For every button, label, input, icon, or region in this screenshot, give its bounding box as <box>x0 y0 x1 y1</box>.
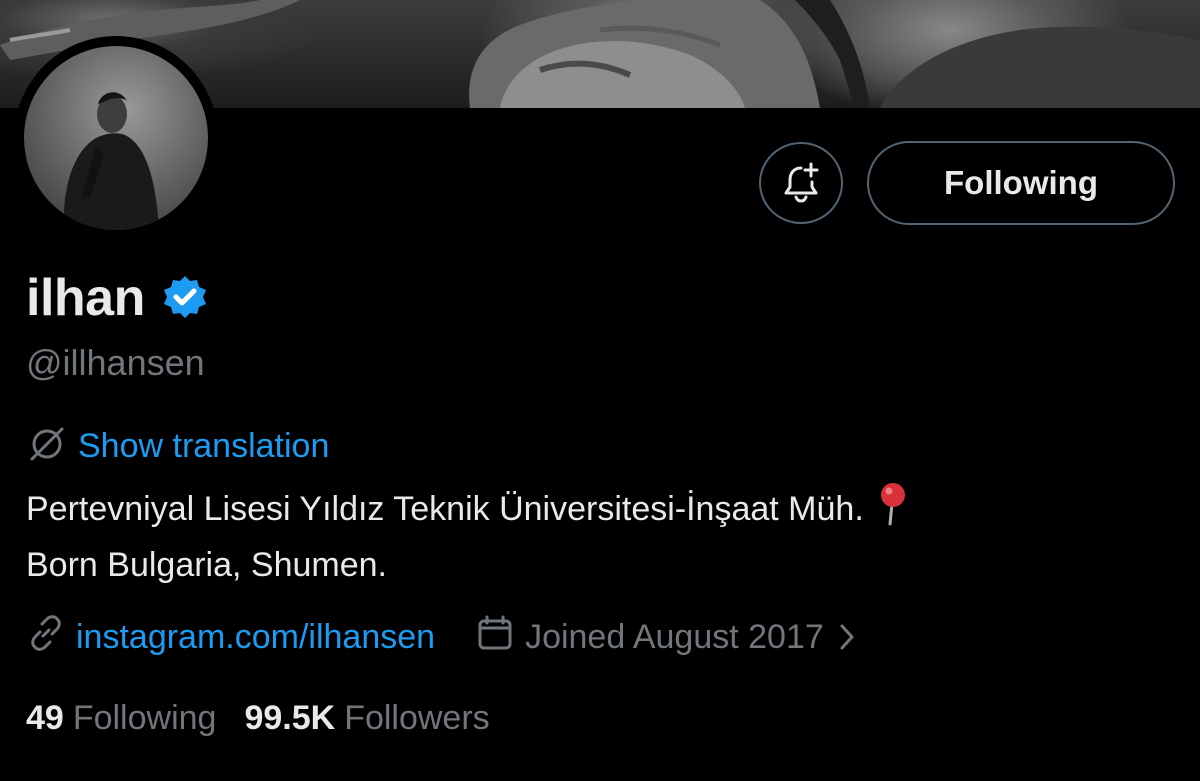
calendar-icon <box>475 613 515 662</box>
verified-badge-icon[interactable] <box>161 274 209 322</box>
bio-line: Born Bulgaria, Shumen. <box>26 540 1176 590</box>
notifications-button[interactable] <box>759 142 843 224</box>
bio-line: Pertevniyal Lisesi Yıldız Teknik Ünivers… <box>26 482 1176 540</box>
following-stat[interactable]: 49 Following <box>26 699 216 738</box>
avatar-photo <box>63 92 159 230</box>
joined-group[interactable]: Joined August 2017 <box>475 613 856 662</box>
translate-row[interactable]: Show translation <box>26 424 329 468</box>
followers-label: Followers <box>344 698 490 737</box>
website-link[interactable]: instagram.com/ilhansen <box>76 618 435 657</box>
followers-stat[interactable]: 99.5K Followers <box>244 699 489 738</box>
link-icon <box>26 613 66 662</box>
website-group[interactable]: instagram.com/ilhansen <box>26 613 435 662</box>
bio-text-1: Pertevniyal Lisesi Yıldız Teknik Ünivers… <box>26 489 864 528</box>
translate-icon <box>26 423 68 470</box>
display-name: ilhan <box>26 269 145 327</box>
name-row: ilhan <box>26 266 209 330</box>
following-count: 49 <box>26 698 64 737</box>
pushpin-icon <box>878 482 908 540</box>
profile-meta: instagram.com/ilhansen Joined August 201… <box>26 614 856 660</box>
avatar[interactable] <box>24 46 208 230</box>
followers-count: 99.5K <box>244 698 336 737</box>
bell-plus-icon <box>784 162 819 203</box>
bio-text-2: Born Bulgaria, Shumen. <box>26 546 387 584</box>
following-label: Following <box>72 698 217 737</box>
following-button[interactable]: Following <box>867 141 1175 225</box>
user-handle: @illhansen <box>26 342 205 383</box>
follow-stats: 49 Following 99.5K Followers <box>26 696 490 740</box>
show-translation-link[interactable]: Show translation <box>78 427 329 466</box>
chevron-right-icon[interactable] <box>838 622 856 652</box>
joined-date: Joined August 2017 <box>525 617 824 656</box>
profile-bio: Pertevniyal Lisesi Yıldız Teknik Ünivers… <box>26 482 1176 590</box>
